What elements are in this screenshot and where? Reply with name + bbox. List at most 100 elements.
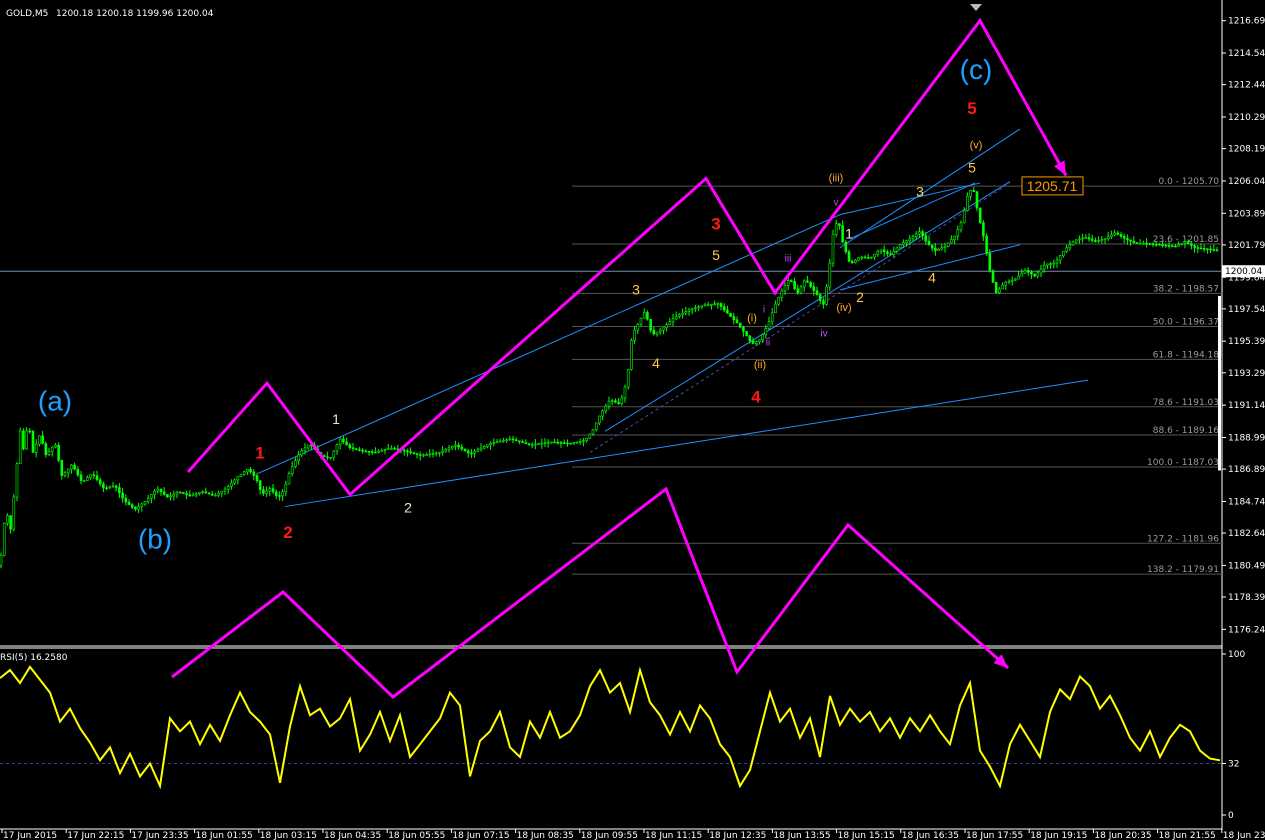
candle-body: [268, 488, 272, 492]
candle-body: [1151, 243, 1155, 246]
candle-body: [47, 451, 51, 456]
candle-body: [598, 415, 601, 424]
candle-body: [281, 491, 284, 497]
candle-body: [1119, 234, 1123, 237]
candle-body: [1193, 245, 1196, 248]
candle-body: [124, 497, 128, 503]
candle-body: [377, 451, 380, 453]
candle-body: [54, 444, 57, 448]
candle-body: [335, 444, 339, 452]
candle-body: [44, 443, 48, 456]
candle-body: [162, 491, 166, 495]
candle-body: [969, 190, 972, 197]
candle-body: [601, 410, 604, 417]
candle-body: [674, 316, 678, 320]
candle-body: [121, 492, 124, 499]
price-tick-label: 1182.64: [1228, 529, 1265, 539]
candle-body: [498, 440, 502, 443]
candle-body: [367, 451, 371, 453]
wave-label: 2: [856, 289, 864, 305]
candle-body: [1116, 232, 1120, 235]
candle-body: [966, 196, 969, 212]
candle-body: [185, 493, 188, 496]
candle-body: [1007, 280, 1011, 283]
rsi-panel: [0, 665, 1222, 790]
time-tick-label: 17 Jun 22:15: [67, 831, 124, 840]
candle-body: [287, 473, 291, 485]
price-tick-label: 1206.04: [1228, 177, 1265, 187]
ohlc-readout: 1200.18 1200.18 1199.96 1200.04: [56, 9, 214, 19]
fib-level-label: 61.8 - 1194.18: [1153, 350, 1219, 360]
candle-body: [374, 451, 377, 454]
wave-label: 1: [255, 443, 264, 462]
candle-body: [543, 442, 547, 444]
time-tick-label: 18 Jun 17:55: [966, 831, 1023, 840]
candle-body: [361, 449, 364, 452]
wave-label: (a): [38, 385, 72, 416]
wave-projection-paths: [171, 17, 1068, 699]
candle-body: [681, 312, 684, 316]
price-marker-label: 1205.71: [1027, 178, 1078, 194]
candle-body: [1110, 234, 1113, 238]
candle-body: [1135, 242, 1139, 245]
candle-body: [697, 306, 700, 309]
candle-body: [594, 422, 598, 431]
price-tick-label: 1191.14: [1228, 401, 1265, 411]
candle-body: [1183, 241, 1187, 244]
candle-body: [514, 439, 518, 442]
candle-body: [1202, 248, 1206, 250]
candle-body: [1100, 239, 1104, 241]
shift-marker-icon: [970, 4, 982, 11]
symbol-header: GOLD,M5: [6, 9, 48, 19]
candle-body: [159, 488, 163, 493]
candle-body: [930, 244, 934, 249]
candle-body: [793, 280, 796, 290]
candle-body: [31, 430, 35, 453]
price-tick-label: 1208.19: [1228, 145, 1265, 155]
candle-body: [284, 483, 288, 493]
candle-body: [1065, 247, 1068, 252]
candle-body: [457, 444, 460, 448]
time-tick-label: 18 Jun 01:55: [196, 831, 253, 840]
candle-body: [476, 449, 480, 452]
candle-body: [540, 442, 544, 445]
wave-label: 4: [751, 388, 761, 407]
wave-label: 2: [404, 500, 412, 516]
candle-body: [1058, 255, 1062, 261]
time-tick-label: 18 Jun 12:35: [709, 831, 766, 840]
candle-body: [799, 286, 803, 294]
candle-body: [1206, 248, 1209, 250]
candle-body: [1097, 240, 1100, 242]
axis-highlight-bar: [1218, 295, 1221, 471]
candle-body: [0, 554, 3, 566]
candle-body: [527, 443, 531, 445]
candle-body: [66, 468, 70, 474]
candle-body: [972, 190, 976, 192]
candle-body: [815, 290, 819, 295]
candle-body: [1199, 247, 1203, 250]
candle-body: [495, 441, 499, 444]
candle-body: [671, 318, 675, 323]
rsi-tick-label: 100: [1228, 650, 1245, 660]
price-tick-label: 1212.44: [1228, 81, 1265, 91]
price-tick-label: 1197.54: [1228, 305, 1265, 315]
candle-body: [338, 438, 342, 446]
candle-body: [482, 446, 486, 449]
candle-body: [946, 242, 950, 247]
candle-body: [479, 447, 483, 451]
wave-label: 4: [652, 355, 660, 371]
candle-body: [329, 456, 332, 459]
candle-body: [1052, 262, 1056, 265]
candle-body: [642, 312, 646, 319]
dotted-extension-line: [589, 182, 1011, 453]
candle-body: [713, 303, 716, 306]
candle-body: [239, 473, 243, 477]
candle-body: [1036, 272, 1040, 277]
candle-body: [34, 443, 38, 453]
candle-body: [1209, 248, 1212, 251]
candle-body: [818, 294, 822, 301]
gold-m5-chart[interactable]: 0.0 - 1205.7023.6 - 1201.8538.2 - 1198.5…: [0, 0, 1265, 840]
candle-body: [620, 397, 624, 404]
candle-body: [652, 329, 656, 335]
candle-body: [1078, 238, 1081, 241]
